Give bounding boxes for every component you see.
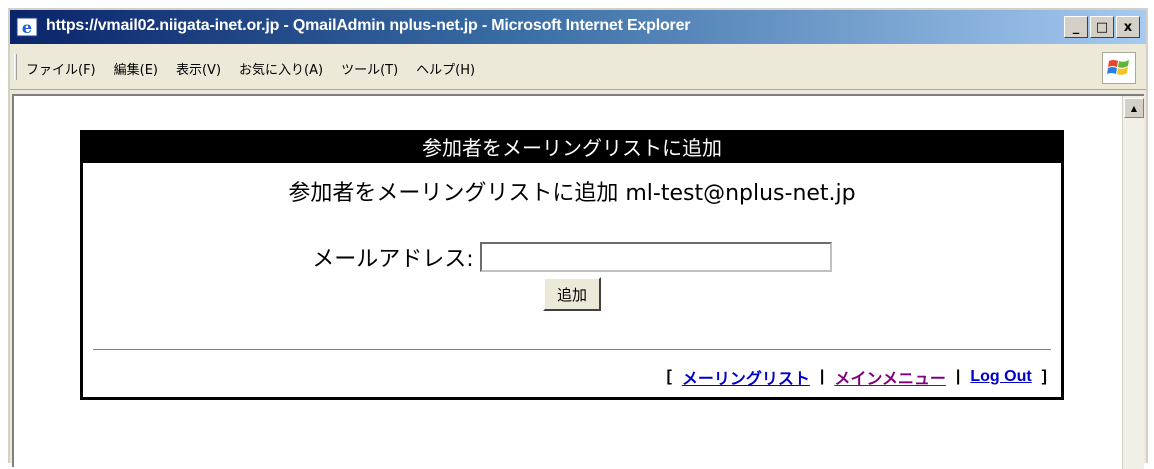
email-label: メールアドレス: <box>312 247 474 272</box>
page-content: ▲ 参加者をメーリングリストに追加 参加者をメーリングリストに追加 ml-tes… <box>12 94 1144 469</box>
page-title: 参加者をメーリングリストに追加 ml-test@nplus-net.jp <box>288 181 856 206</box>
window-title: https://vmail02.niigata-inet.or.jp - Qma… <box>46 17 691 34</box>
maximize-button[interactable]: □ <box>1090 16 1114 38</box>
divider <box>93 349 1051 351</box>
scroll-up-arrow-icon[interactable]: ▲ <box>1124 98 1144 118</box>
menu-help[interactable]: ヘルプ(H) <box>416 59 475 78</box>
minimize-button[interactable]: _ <box>1064 16 1088 38</box>
svg-text:e: e <box>22 18 32 37</box>
footer-nav: [ メーリングリスト | メインメニュー | Log Out ] <box>667 365 1047 389</box>
menu-tools[interactable]: ツール(T) <box>341 59 398 78</box>
link-separator: | <box>819 368 825 385</box>
menu-items: ファイル(F) 編集(E) 表示(V) お気に入り(A) ツール(T) ヘルプ(… <box>26 59 475 78</box>
title-bar[interactable]: e https://vmail02.niigata-inet.or.jp - Q… <box>10 10 1146 44</box>
email-row: メールアドレス: <box>83 241 1061 273</box>
open-bracket: [ <box>666 368 672 385</box>
panel-header: 参加者をメーリングリストに追加 <box>83 133 1061 163</box>
menu-view[interactable]: 表示(V) <box>176 59 221 78</box>
browser-window: e https://vmail02.niigata-inet.or.jp - Q… <box>8 8 1148 469</box>
windows-logo-icon <box>1102 52 1136 84</box>
email-field[interactable] <box>479 242 832 272</box>
add-button[interactable]: 追加 <box>543 277 601 311</box>
vertical-scrollbar[interactable]: ▲ <box>1122 96 1144 469</box>
logout-link[interactable]: Log Out <box>970 368 1031 386</box>
close-button[interactable]: x <box>1116 16 1140 38</box>
window-controls: _ □ x <box>1064 16 1140 38</box>
close-bracket: ] <box>1041 368 1047 385</box>
menu-file[interactable]: ファイル(F) <box>26 59 96 78</box>
main-menu-link[interactable]: メインメニュー <box>834 365 946 389</box>
menu-edit[interactable]: 編集(E) <box>114 59 158 78</box>
link-separator: | <box>955 368 961 385</box>
menu-bar: ファイル(F) 編集(E) 表示(V) お気に入り(A) ツール(T) ヘルプ(… <box>10 46 1146 90</box>
mailing-list-link[interactable]: メーリングリスト <box>682 365 810 389</box>
add-member-panel: 参加者をメーリングリストに追加 参加者をメーリングリストに追加 ml-test@… <box>80 130 1064 400</box>
menu-favorites[interactable]: お気に入り(A) <box>239 59 323 78</box>
ie-logo-icon: e <box>16 16 38 38</box>
menu-grip[interactable] <box>14 54 17 80</box>
